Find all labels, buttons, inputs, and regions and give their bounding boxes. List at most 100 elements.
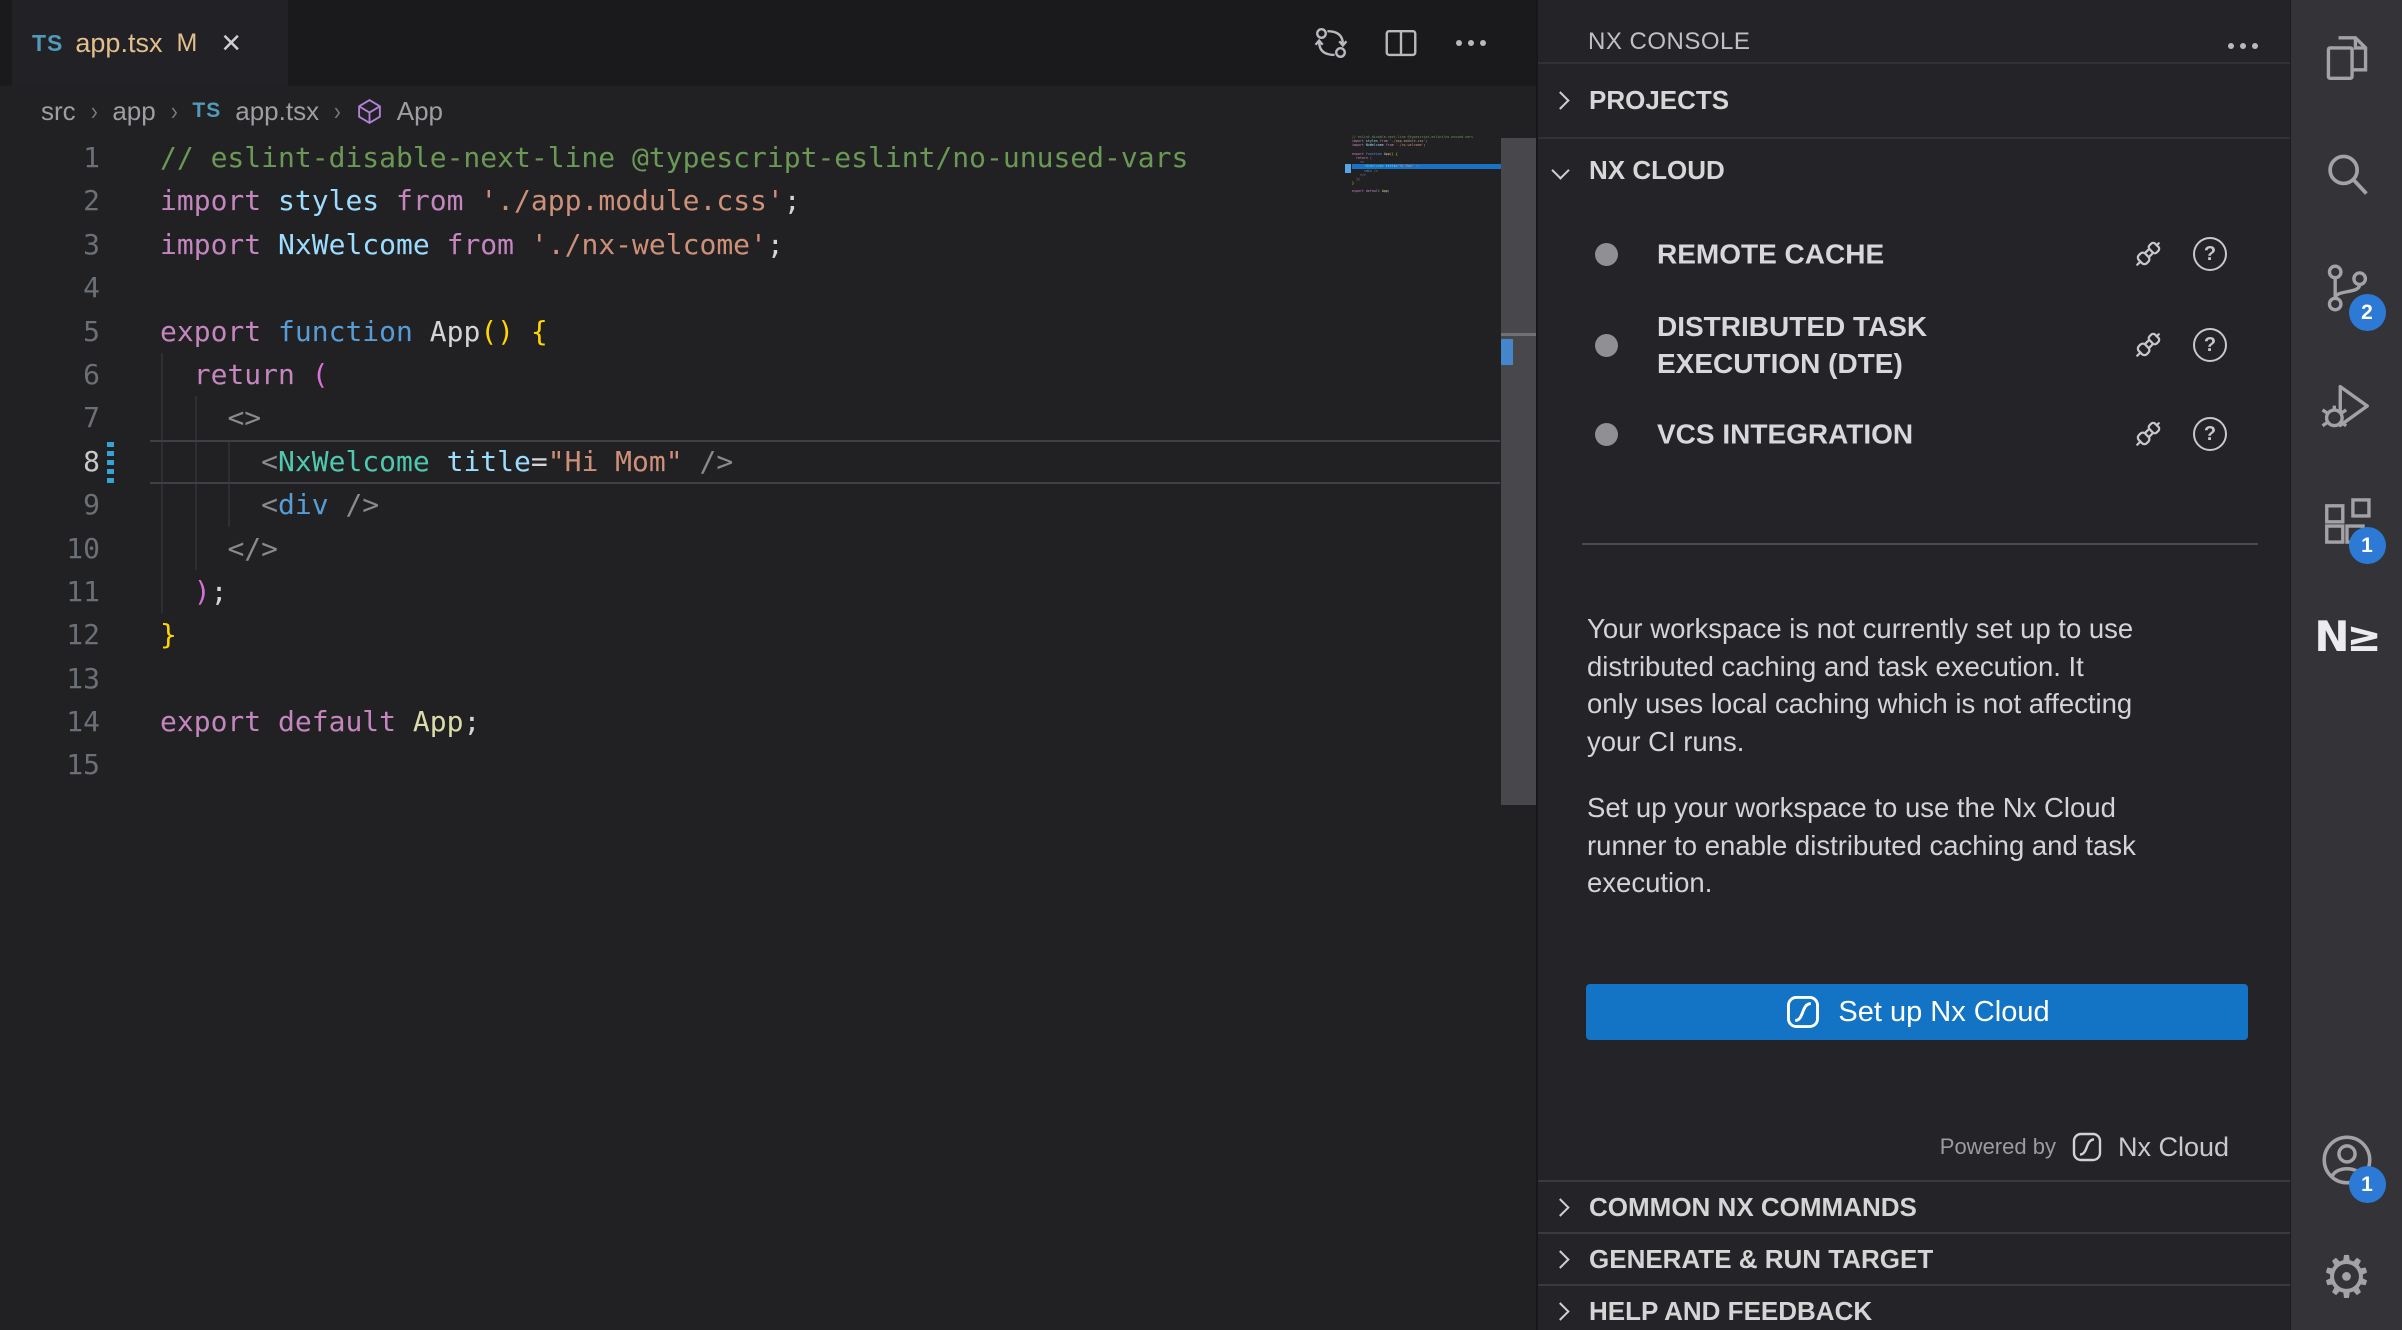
help-question-icon[interactable]: ? (2193, 417, 2227, 451)
section-projects[interactable]: PROJECTS (1538, 62, 2292, 137)
line-number: 4 (0, 266, 100, 309)
chevron-right-icon (1551, 91, 1569, 109)
editor-region: TS app.tsx M × (0, 0, 1536, 1330)
breadcrumb-app[interactable]: app (112, 96, 155, 127)
search-icon[interactable] (2312, 140, 2382, 210)
account-badge: 1 (2349, 1166, 2386, 1203)
status-dot-icon (1595, 423, 1618, 446)
powered-by-label: Powered by (1940, 1134, 2056, 1160)
setup-nx-cloud-button[interactable]: Set up Nx Cloud (1586, 984, 2248, 1040)
breadcrumb-symbol-app[interactable]: App (397, 96, 443, 127)
nx-cloud-icon (1784, 993, 1822, 1031)
section-generate-run-target[interactable]: GENERATE & RUN TARGET (1538, 1232, 2292, 1284)
section-nx-cloud[interactable]: NX CLOUD (1538, 137, 2292, 202)
open-changes-icon[interactable] (1312, 24, 1350, 62)
code-line[interactable]: 15 (0, 743, 1500, 786)
close-tab-icon[interactable]: × (221, 26, 241, 60)
section-label: GENERATE & RUN TARGET (1589, 1244, 1933, 1275)
code-line[interactable]: 5export function App() { (0, 310, 1500, 353)
powered-by: Powered by Nx Cloud (1940, 1126, 2229, 1168)
breadcrumb: src › app › TS app.tsx › App (0, 86, 1500, 136)
tab-bar: TS app.tsx M × (0, 0, 1536, 86)
code-line[interactable]: 7 <> (0, 396, 1500, 439)
scrollbar-divider (1501, 333, 1536, 336)
panel-title: NX CONSOLE (1588, 28, 1750, 56)
connect-plug-icon[interactable] (2130, 327, 2166, 363)
extensions-icon[interactable]: 1 (2312, 486, 2382, 556)
breadcrumb-separator-icon: › (91, 96, 98, 127)
section-help-and-feedback[interactable]: HELP AND FEEDBACK (1538, 1284, 2292, 1330)
editor-toolbar (1312, 0, 1490, 86)
more-actions-icon[interactable] (1452, 24, 1490, 62)
code-line[interactable]: 6 return ( (0, 353, 1500, 396)
code-line[interactable]: 1// eslint-disable-next-line @typescript… (0, 136, 1500, 179)
connect-plug-icon[interactable] (2130, 236, 2166, 272)
line-number: 11 (0, 570, 100, 613)
code-line[interactable]: 13 (0, 657, 1500, 700)
section-label: PROJECTS (1589, 85, 1729, 116)
panel-more-actions-icon[interactable] (2240, 36, 2246, 54)
nx-cloud-item-label: DISTRIBUTED TASK EXECUTION (DTE) (1657, 308, 2007, 382)
nx-cloud-item: VCS INTEGRATION? (1538, 402, 2292, 466)
breadcrumb-file[interactable]: app.tsx (235, 96, 319, 127)
chevron-right-icon (1551, 1250, 1569, 1268)
line-number: 8 (0, 440, 100, 483)
explorer-icon[interactable] (2312, 23, 2382, 93)
workspace-status-text: Your workspace is not currently set up t… (1587, 610, 2277, 760)
chevron-right-icon (1551, 1198, 1569, 1216)
line-number: 5 (0, 310, 100, 353)
section-label: HELP AND FEEDBACK (1589, 1296, 1872, 1327)
code-line[interactable]: 8 <NxWelcome title="Hi Mom" /> (0, 440, 1500, 483)
breadcrumb-separator-icon: › (171, 96, 178, 127)
breadcrumb-src[interactable]: src (41, 96, 76, 127)
typescript-file-icon: TS (192, 99, 221, 123)
breadcrumb-separator-icon: › (334, 96, 341, 127)
nx-cloud-item-label: VCS INTEGRATION (1657, 416, 1913, 453)
settings-gear-icon[interactable]: ⚙ (2312, 1242, 2382, 1312)
nx-console-icon[interactable]: N≥ (2312, 601, 2382, 671)
typescript-file-icon: TS (32, 30, 63, 57)
status-dot-icon (1595, 243, 1618, 266)
connect-plug-icon[interactable] (2130, 416, 2166, 452)
editor-scrollbar[interactable] (1501, 138, 1536, 805)
nx-cloud-item: REMOTE CACHE? (1538, 222, 2292, 286)
source-control-badge: 2 (2349, 294, 2386, 331)
setup-button-label: Set up Nx Cloud (1838, 996, 2049, 1029)
nx-cloud-item-label: REMOTE CACHE (1657, 236, 1884, 273)
line-number: 7 (0, 396, 100, 439)
source-control-icon[interactable]: 2 (2312, 253, 2382, 323)
code-line[interactable]: 3import NxWelcome from './nx-welcome'; (0, 223, 1500, 266)
section-common-nx-commands[interactable]: COMMON NX COMMANDS (1538, 1180, 2292, 1232)
run-debug-icon[interactable] (2312, 371, 2382, 441)
extensions-badge: 1 (2349, 527, 2386, 564)
code-line[interactable]: 9 <div /> (0, 483, 1500, 526)
code-line[interactable]: 2import styles from './app.module.css'; (0, 179, 1500, 222)
line-number: 2 (0, 179, 100, 222)
help-question-icon[interactable]: ? (2193, 237, 2227, 271)
divider (1582, 543, 2258, 545)
account-icon[interactable]: 1 (2312, 1125, 2382, 1195)
setup-instruction-text: Set up your workspace to use the Nx Clou… (1587, 789, 2277, 902)
overview-ruler-modified-mark (1501, 339, 1513, 365)
code-line[interactable]: 14export default App; (0, 700, 1500, 743)
nx-cloud-item: DISTRIBUTED TASK EXECUTION (DTE)? (1538, 296, 2292, 394)
git-modified-badge: M (176, 29, 197, 58)
code-lines: 1// eslint-disable-next-line @typescript… (0, 136, 1500, 787)
line-number: 13 (0, 657, 100, 700)
code-line[interactable]: 4 (0, 266, 1500, 309)
tab-app-tsx[interactable]: TS app.tsx M × (12, 0, 288, 86)
help-question-icon[interactable]: ? (2193, 328, 2227, 362)
split-editor-icon[interactable] (1382, 24, 1420, 62)
line-number: 15 (0, 743, 100, 786)
code-line[interactable]: 10 </> (0, 527, 1500, 570)
line-number: 3 (0, 223, 100, 266)
nx-cloud-brand-label: Nx Cloud (2118, 1132, 2229, 1163)
code-editor[interactable]: 1// eslint-disable-next-line @typescript… (0, 136, 1500, 1330)
nx-console-panel: NX CONSOLE PROJECTS NX CLOUD REMOTE CACH… (1536, 0, 2290, 1330)
minimap[interactable]: // eslint-disable-next-line @typescript-… (1352, 135, 1501, 198)
code-line[interactable]: 12} (0, 613, 1500, 656)
chevron-down-icon (1551, 161, 1569, 179)
status-dot-icon (1595, 334, 1618, 357)
code-line[interactable]: 11 ); (0, 570, 1500, 613)
collapsed-sections: COMMON NX COMMANDS GENERATE & RUN TARGET H… (1538, 1180, 2292, 1330)
